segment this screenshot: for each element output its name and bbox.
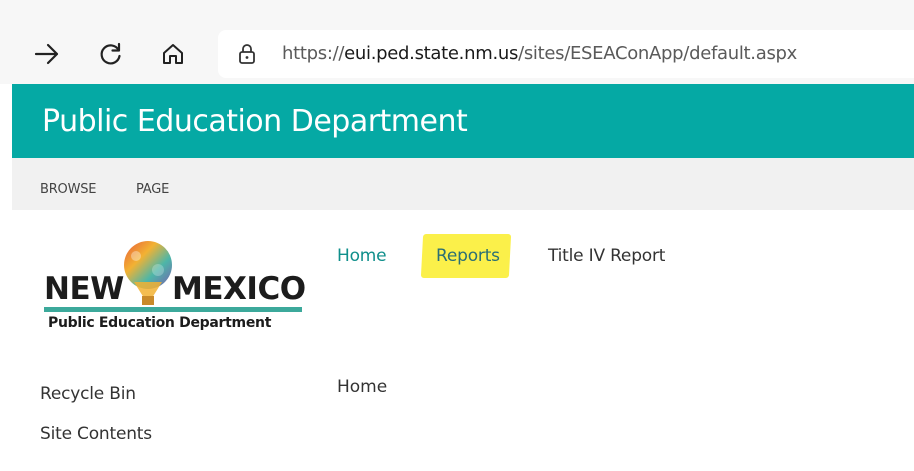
- browser-toolbar: https://eui.ped.state.nm.us/sites/ESEACo…: [0, 0, 914, 84]
- lock-icon: [238, 43, 256, 70]
- refresh-icon[interactable]: [94, 37, 128, 71]
- ribbon-tab-browse[interactable]: BROWSE: [40, 182, 97, 197]
- forward-icon[interactable]: [30, 37, 64, 71]
- url-prefix: https://: [282, 43, 345, 64]
- url-text[interactable]: https://eui.ped.state.nm.us/sites/ESEACo…: [282, 43, 797, 64]
- logo-subtitle: Public Education Department: [48, 315, 272, 331]
- page-breadcrumb: Home: [337, 377, 388, 397]
- logo-divider: [44, 307, 302, 312]
- url-path: /sites/ESEAConApp/default.aspx: [518, 43, 798, 64]
- url-domain: eui.ped.state.nm.us: [344, 43, 519, 64]
- nav-home[interactable]: Home: [337, 246, 387, 266]
- site-title[interactable]: Public Education Department: [42, 104, 468, 139]
- address-bar[interactable]: https://eui.ped.state.nm.us/sites/ESEACo…: [218, 30, 914, 78]
- quick-launch-site-contents[interactable]: Site Contents: [40, 424, 152, 444]
- logo-text-new: NEW: [44, 271, 124, 307]
- ribbon-tab-page[interactable]: PAGE: [136, 182, 169, 197]
- nav-reports[interactable]: Reports: [436, 246, 500, 266]
- balloon-icon: [118, 238, 178, 313]
- nm-ped-logo[interactable]: NEW MEXICO Public Education Department: [40, 238, 310, 338]
- logo-text-mexico: MEXICO: [172, 271, 306, 307]
- ribbon-bar: BROWSE PAGE: [12, 158, 914, 210]
- home-icon[interactable]: [156, 37, 190, 71]
- quick-launch-recycle-bin[interactable]: Recycle Bin: [40, 384, 136, 404]
- site-banner: Public Education Department: [12, 84, 914, 158]
- nav-title-iv-report[interactable]: Title IV Report: [548, 246, 665, 266]
